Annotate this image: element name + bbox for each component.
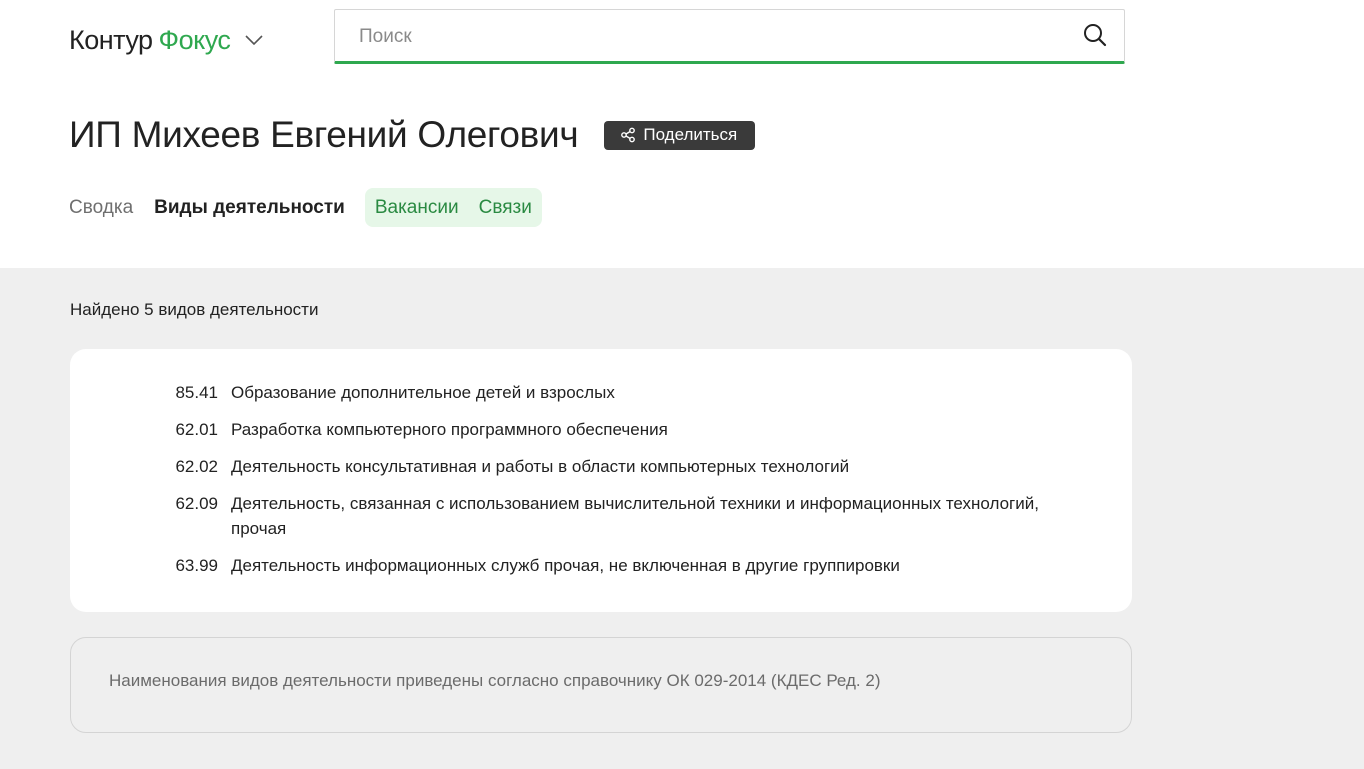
activity-name: Деятельность, связанная с использованием…	[231, 494, 1039, 538]
found-count: Найдено 5 видов деятельности	[70, 300, 319, 319]
list-item: 85.41 Образование дополнительное детей и…	[70, 380, 1132, 405]
tab-summary[interactable]: Сводка	[69, 188, 133, 227]
note-text: Наименования видов деятельности приведен…	[109, 671, 881, 690]
share-button[interactable]: Поделиться	[604, 120, 756, 150]
activity-list: 85.41 Образование дополнительное детей и…	[70, 380, 1132, 590]
activities-card: 85.41 Образование дополнительное детей и…	[70, 349, 1132, 612]
activity-code: 62.02	[175, 457, 218, 476]
share-label: Поделиться	[643, 125, 738, 144]
logo-fokus: Фокус	[158, 24, 231, 55]
list-item: 63.99 Деятельность информационных служб …	[70, 553, 1132, 578]
tab-activities[interactable]: Виды деятельности	[154, 188, 345, 227]
list-item: 62.02 Деятельность консультативная и раб…	[70, 454, 1132, 479]
activity-name: Образование дополнительное детей и взрос…	[231, 383, 615, 402]
activity-name: Разработка компьютерного программного об…	[231, 420, 668, 439]
logo-kontur: Контур	[69, 24, 153, 55]
classifier-note: Наименования видов деятельности приведен…	[70, 637, 1132, 733]
tab-highlight-group: Вакансии Связи	[364, 188, 542, 227]
page-title: ИП Михеев Евгений Олегович	[69, 114, 579, 155]
search-box	[334, 9, 1125, 64]
tabs: Сводка Виды деятельности Вакансии Связи	[69, 188, 542, 227]
tab-vacancies[interactable]: Вакансии	[375, 188, 459, 227]
header: Контур Фокус ИП Михеев Евгений Олегович	[0, 0, 1364, 268]
logo[interactable]: Контур Фокус	[69, 22, 264, 58]
title-row: ИП Михеев Евгений Олегович Поделиться	[69, 114, 756, 156]
share-icon	[621, 127, 636, 143]
list-item: 62.01 Разработка компьютерного программн…	[70, 417, 1132, 442]
tab-connections[interactable]: Связи	[479, 188, 532, 227]
activity-code: 62.09	[175, 494, 218, 513]
activity-name: Деятельность информационных служб прочая…	[231, 556, 900, 575]
activity-code: 62.01	[175, 420, 218, 439]
search-icon[interactable]	[1082, 22, 1108, 48]
activity-code: 63.99	[175, 556, 218, 575]
search-input[interactable]	[357, 23, 1061, 51]
activity-name: Деятельность консультативная и работы в …	[231, 457, 850, 476]
chevron-down-icon[interactable]	[244, 30, 264, 50]
list-item: 62.09 Деятельность, связанная с использо…	[70, 491, 1132, 541]
activity-code: 85.41	[175, 383, 218, 402]
